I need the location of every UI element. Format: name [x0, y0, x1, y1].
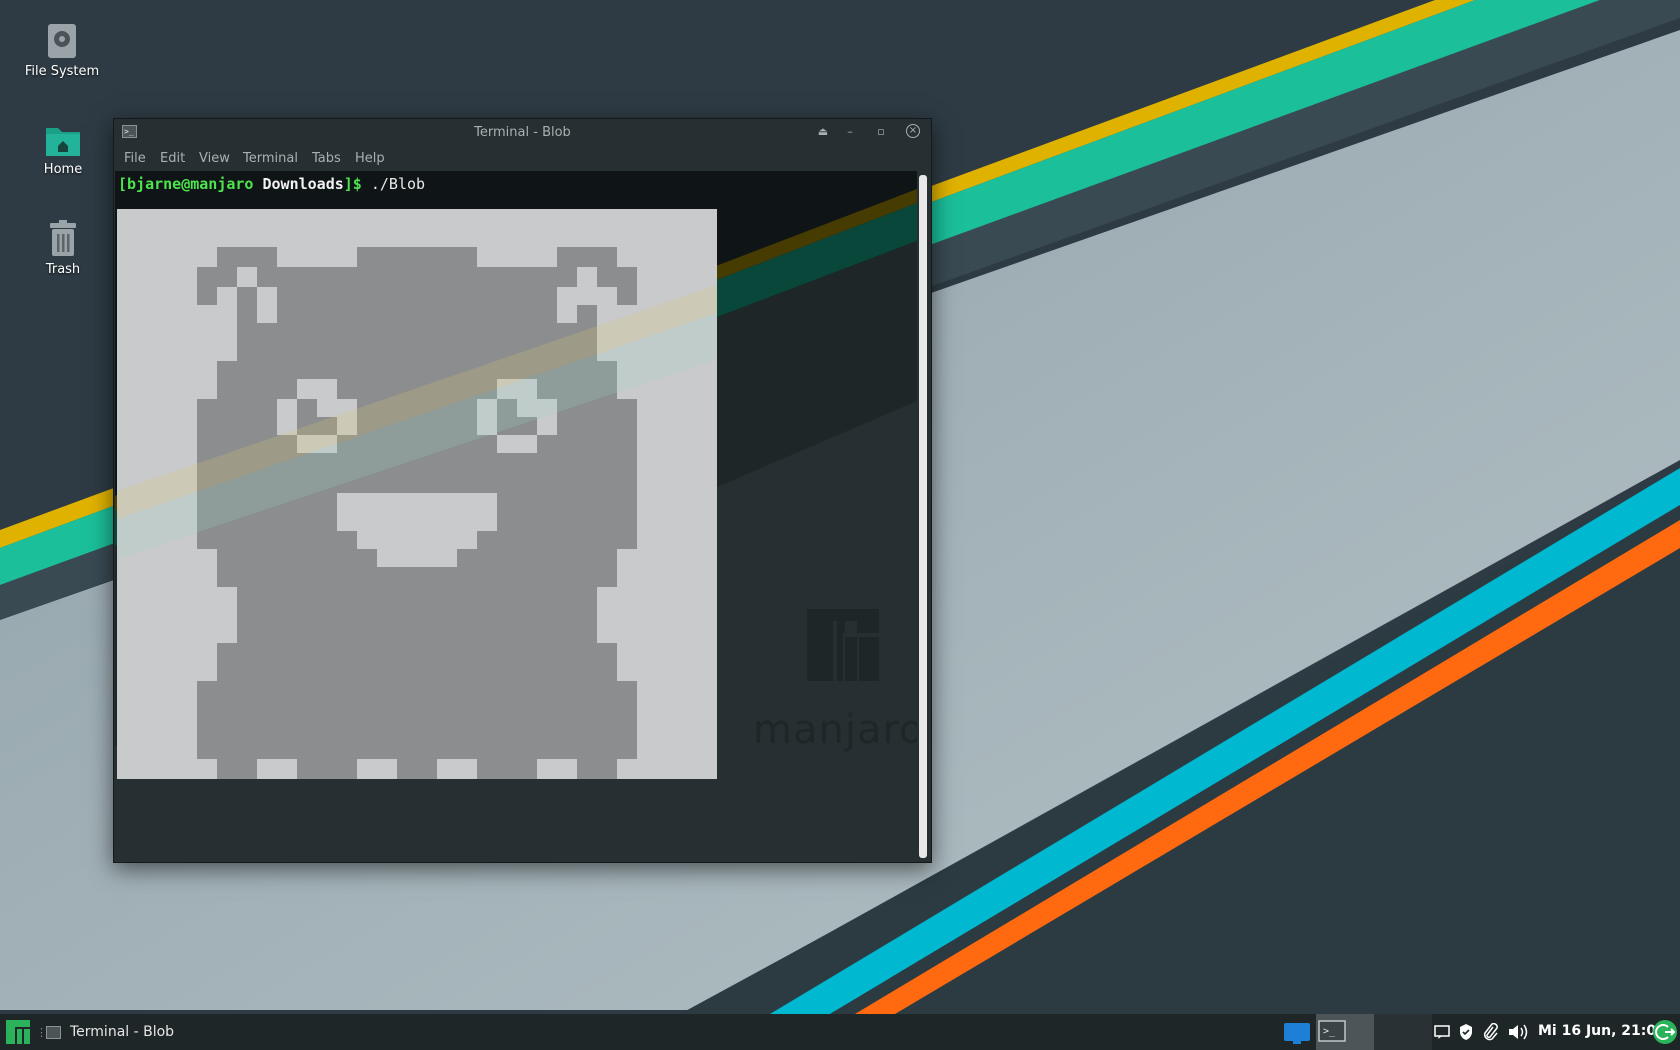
workspace-1-icon[interactable] [1283, 1020, 1311, 1046]
prompt-dir: Downloads [262, 175, 344, 193]
paperclip-icon[interactable] [1482, 1023, 1498, 1041]
prompt-user: [bjarne@manjaro [118, 175, 254, 193]
shade-up-icon[interactable]: ⏏ [815, 124, 831, 140]
desktop-icon-label: File System [24, 64, 100, 79]
command-text: ./Blob [370, 175, 426, 193]
taskbar-task-label: Terminal - Blob [70, 1024, 175, 1040]
menu-help[interactable]: Help [355, 151, 385, 166]
taskbar-task-terminal[interactable]: Terminal - Blob [46, 1020, 174, 1044]
manjaro-wordmark: manjaro [753, 707, 917, 753]
minimize-icon[interactable]: – [842, 124, 858, 140]
desktop-icon-file-system[interactable]: File System [7, 22, 117, 79]
taskbar-clock[interactable]: Mi 16 Jun, 21:05 [1538, 1023, 1666, 1039]
desktop-icon-label: Trash [45, 262, 81, 277]
scrollbar-thumb[interactable] [919, 175, 927, 858]
menu-terminal[interactable]: Terminal [243, 151, 298, 166]
maximize-icon[interactable]: ▫ [873, 124, 889, 140]
manjaro-menu-icon[interactable] [4, 1018, 32, 1046]
manjaro-logo-icon [807, 609, 879, 681]
menu-bar: File Edit View Terminal Tabs Help [114, 145, 931, 171]
blob-pixel-art-canvas [117, 209, 717, 779]
terminal-workspace-icon: >_ [1318, 1020, 1346, 1042]
window-titlebar[interactable]: >_ Terminal - Blob ⏏ – ▫ × [114, 119, 931, 145]
terminal-task-icon [46, 1025, 61, 1039]
home-folder-icon [46, 128, 80, 156]
svg-text:>_: >_ [1323, 1026, 1336, 1037]
prompt-end: ]$ [343, 175, 362, 193]
terminal-output-area[interactable]: [bjarne@manjaro Downloads]$ ./Blob manja… [115, 171, 917, 860]
workspace-2[interactable]: >_ [1316, 1014, 1374, 1050]
menu-edit[interactable]: Edit [160, 151, 185, 166]
desktop-icon-trash[interactable]: Trash [8, 220, 118, 277]
close-icon[interactable]: × [906, 124, 920, 138]
power-button[interactable] [1653, 1020, 1677, 1044]
shell-prompt-line: [bjarne@manjaro Downloads]$ ./Blob [118, 175, 425, 193]
menu-tabs[interactable]: Tabs [312, 151, 341, 166]
terminal-window[interactable]: >_ Terminal - Blob ⏏ – ▫ × File Edit Vie… [113, 118, 932, 863]
desktop-icon-label: Home [43, 162, 83, 177]
volume-icon[interactable] [1507, 1023, 1529, 1041]
shield-icon[interactable] [1458, 1023, 1474, 1041]
window-title: Terminal - Blob [474, 125, 571, 140]
trash-icon [50, 220, 76, 256]
logout-icon [1655, 1024, 1676, 1040]
menu-view[interactable]: View [199, 151, 230, 166]
menu-file[interactable]: File [124, 151, 146, 166]
drive-icon [48, 24, 76, 58]
workspace-3[interactable] [1374, 1014, 1432, 1050]
notification-icon[interactable] [1434, 1024, 1450, 1040]
desktop-icon-home[interactable]: Home [8, 122, 118, 177]
